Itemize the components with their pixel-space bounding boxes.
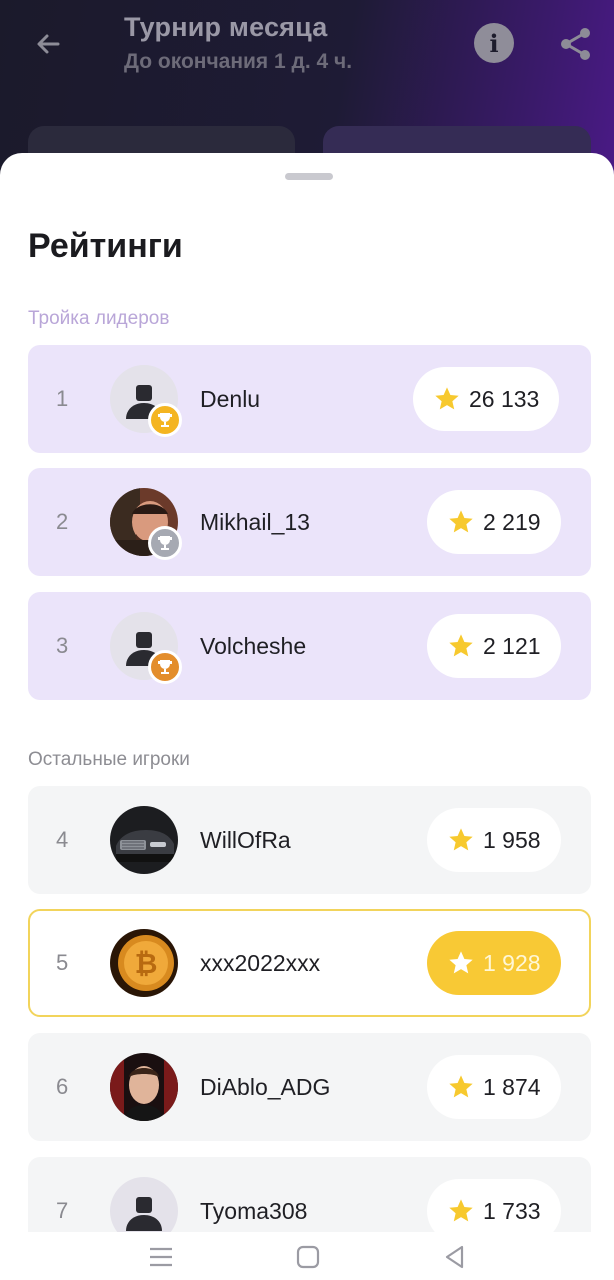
star-icon — [449, 1075, 473, 1098]
trophy-bronze-icon — [148, 650, 182, 684]
score-pill: 1 958 — [427, 808, 561, 872]
bitcoin-avatar: ₿ — [110, 929, 178, 997]
share-button[interactable] — [556, 24, 596, 64]
player-row[interactable]: 6 DiAblo_ADG 1 874 — [28, 1033, 591, 1141]
trophy-gold-icon — [148, 403, 182, 437]
star-icon — [449, 510, 473, 533]
star-icon — [435, 387, 459, 410]
star-icon — [449, 1199, 473, 1222]
arrow-left-icon — [37, 34, 60, 54]
score-pill: 1 874 — [427, 1055, 561, 1119]
player-name: Denlu — [200, 385, 261, 412]
star-icon — [449, 828, 473, 851]
sheet-title: Рейтинги — [28, 227, 183, 265]
tournament-countdown: До окончания 1 д. 4 ч. — [124, 50, 353, 73]
leader-row[interactable]: 1 Denlu 26 133 — [28, 345, 591, 453]
menu-icon[interactable] — [146, 1242, 176, 1272]
home-icon[interactable] — [293, 1242, 323, 1272]
info-glyph: i — [489, 28, 499, 58]
share-icon — [561, 28, 590, 60]
player-name: Mikhail_13 — [200, 508, 310, 535]
score-value: 1 958 — [483, 826, 541, 853]
player-name: DiAblo_ADG — [200, 1073, 331, 1100]
system-nav-bar — [0, 1232, 614, 1280]
avatar — [110, 365, 182, 437]
ratings-sheet: Рейтинги Тройка лидеров 1 Denlu 26 133 2 — [0, 153, 614, 1280]
player-name: WillOfRa — [200, 826, 291, 853]
score-pill-highlighted: 1 928 — [427, 931, 561, 995]
rank-number: 5 — [56, 950, 69, 975]
score-value: 2 121 — [483, 632, 541, 659]
avatar — [110, 488, 182, 560]
svg-text:₿: ₿ — [135, 947, 158, 980]
star-icon — [449, 634, 473, 657]
rank-number: 4 — [56, 827, 69, 852]
player-row[interactable]: 4 WillOfRa 1 958 — [28, 786, 591, 894]
tournament-title: Турнир месяца — [124, 12, 328, 42]
car-photo-avatar — [110, 806, 178, 874]
rank-number: 6 — [56, 1074, 69, 1099]
score-value: 26 133 — [469, 385, 540, 412]
user-photo-avatar — [110, 1053, 178, 1121]
sheet-drag-handle[interactable] — [285, 173, 333, 180]
section-label-leaders: Тройка лидеров — [28, 308, 170, 329]
score-pill: 2 121 — [427, 614, 561, 678]
score-pill: 26 133 — [413, 367, 560, 431]
current-user-row[interactable]: 5 ₿ xxx2022xxx 1 928 — [28, 909, 591, 1017]
rank-number: 2 — [56, 509, 69, 534]
rank-number: 3 — [56, 633, 69, 658]
rank-number: 1 — [56, 386, 69, 411]
back-triangle-icon[interactable] — [440, 1242, 470, 1272]
avatar — [110, 1053, 178, 1121]
section-label-others: Остальные игроки — [28, 749, 190, 770]
avatar: ₿ — [110, 929, 178, 997]
avatar — [110, 806, 178, 874]
score-value: 1 928 — [483, 949, 541, 976]
star-icon — [449, 951, 473, 974]
score-value: 2 219 — [483, 508, 541, 535]
back-button[interactable] — [28, 24, 68, 64]
score-pill: 2 219 — [427, 490, 561, 554]
score-value: 1 874 — [483, 1073, 541, 1100]
trophy-silver-icon — [148, 526, 182, 560]
info-icon[interactable]: i — [474, 23, 514, 63]
leader-row[interactable]: 2 Mikhail_13 2 219 — [28, 468, 591, 576]
score-value: 1 733 — [483, 1197, 541, 1224]
leader-row[interactable]: 3 Volcheshe 2 121 — [28, 592, 591, 700]
player-name: xxx2022xxx — [200, 949, 321, 976]
player-name: Volcheshe — [200, 632, 307, 659]
avatar — [110, 612, 182, 684]
